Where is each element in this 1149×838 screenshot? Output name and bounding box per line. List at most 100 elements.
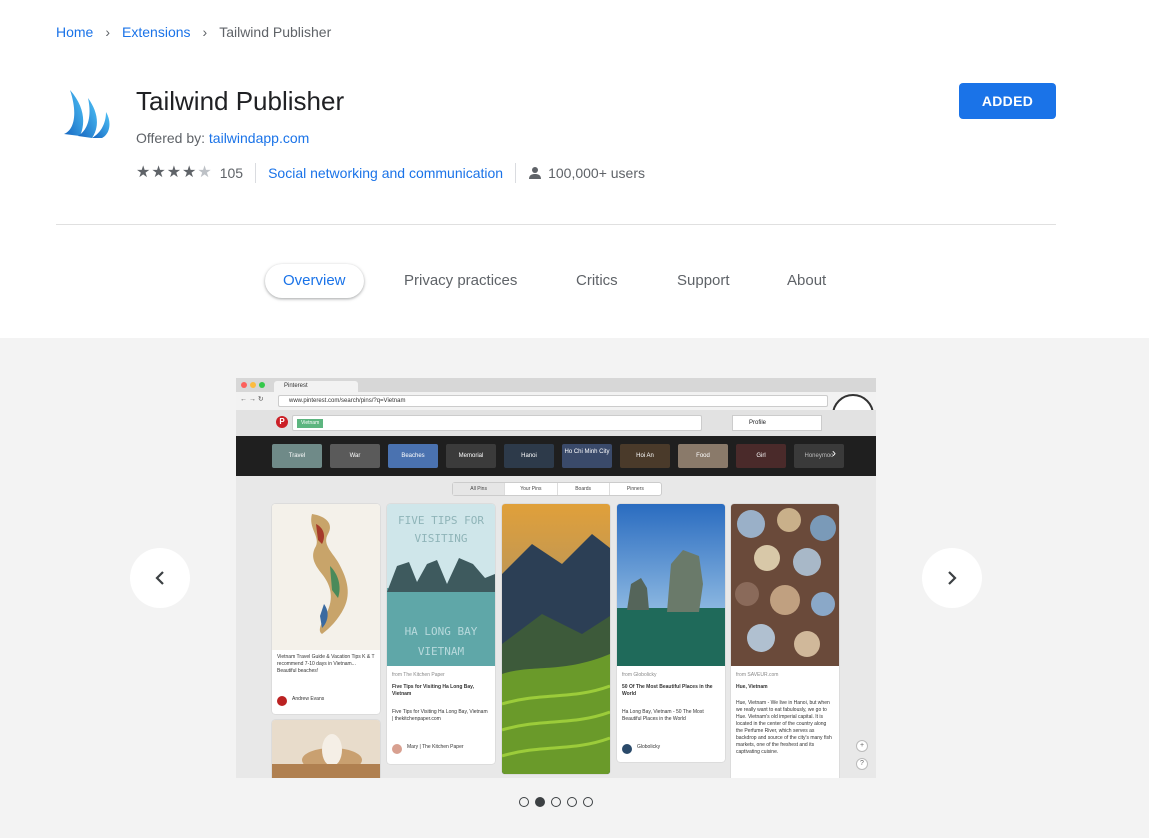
category-chip: Beaches [388, 444, 438, 468]
pin-card: Vietnam Travel Guide & Vacation Tips K &… [272, 504, 380, 714]
developer-link[interactable]: tailwindapp.com [209, 130, 309, 146]
offered-by: Offered by: tailwindapp.com [136, 130, 309, 146]
extension-title: Tailwind Publisher [136, 86, 345, 116]
pin-caption: Five Tips for Visiting Ha Long Bay, Viet… [392, 709, 488, 722]
minimize-dot-icon [250, 382, 256, 388]
rating-count[interactable]: 105 [220, 165, 243, 181]
star-full-icon: ★ [136, 164, 151, 181]
detail-tabs: Overview Privacy practices Critics Suppo… [0, 264, 1149, 300]
help-icon: ? [856, 758, 868, 770]
slide-dot[interactable] [583, 797, 593, 807]
tab-support[interactable]: Support [659, 264, 748, 298]
nav-arrows-icon: ← → ↻ [240, 396, 264, 403]
slide-indicator [519, 797, 593, 807]
avatar [277, 696, 287, 706]
category-chip: Travel [272, 444, 322, 468]
slide-dot[interactable] [519, 797, 529, 807]
pinterest-category-bar: Travel War Beaches Memorial Hanoi Ho Chi… [236, 436, 876, 476]
rice-terraces-image [502, 504, 610, 774]
category-chip: Honeymoo [794, 444, 844, 468]
category-chip: Girl [736, 444, 786, 468]
pin-card: from SAVEUR.com Hue, Vietnam Hue, Vietna… [731, 504, 839, 778]
category-chip: Hanoi [504, 444, 554, 468]
category-chip: Ho Chi Minh City [562, 444, 612, 468]
mini-browser-tab: Pinterest [274, 381, 358, 392]
mini-browser-tabbar: Pinterest [236, 378, 876, 392]
breadcrumb-current: Tailwind Publisher [219, 24, 332, 40]
pin-title: 50 Of The Most Beautiful Places in the W… [622, 684, 713, 697]
close-dot-icon [241, 382, 247, 388]
pin-title: Five Tips for Visiting Ha Long Bay, Viet… [392, 684, 474, 697]
breadcrumb-home-link[interactable]: Home [56, 24, 93, 40]
tailwind-logo-icon [64, 90, 110, 138]
user-count: 100,000+ users [528, 165, 645, 181]
category-link[interactable]: Social networking and communication [268, 165, 503, 181]
food-image [272, 720, 380, 778]
pinterest-profile: Profile [732, 415, 822, 431]
filter-tab: All Pins [453, 483, 506, 495]
avatar [622, 744, 632, 754]
pinterest-filter-tabs: All Pins Your Pins Boards Pinners [452, 482, 662, 496]
pinterest-logo-icon: P [276, 416, 288, 428]
next-slide-button[interactable] [922, 548, 982, 608]
category-chip: Food [678, 444, 728, 468]
person-icon [529, 167, 542, 179]
added-button[interactable]: ADDED [959, 83, 1056, 119]
tab-privacy-practices[interactable]: Privacy practices [386, 264, 535, 298]
slide-dot[interactable] [551, 797, 561, 807]
pin-title: Hue, Vietnam [736, 684, 768, 690]
pin-overlay-title: FIVE TIPS FOR VISITING [397, 514, 485, 545]
tab-about[interactable]: About [769, 264, 844, 298]
pin-source: from Globolicky [622, 672, 657, 678]
pin-user: Globolicky [637, 744, 661, 750]
chevron-right-icon: › [105, 24, 111, 40]
filter-tab: Pinners [626, 486, 644, 492]
previous-slide-button[interactable] [130, 548, 190, 608]
pin-overlay-subtitle: HA LONG BAY VIETNAM [404, 625, 478, 658]
extension-meta: ★ ★ ★ ★ ★ 105 Social networking and comm… [136, 162, 645, 184]
star-full-icon: ★ [151, 164, 166, 181]
pin-source: from The Kitchen Paper [392, 672, 445, 678]
category-chip: Hoi An [620, 444, 670, 468]
pin-source: from SAVEUR.com [736, 672, 779, 678]
pin-card: from Globolicky 50 Of The Most Beautiful… [617, 504, 725, 762]
market-bowls-image [731, 504, 839, 666]
screenshot-gallery: Pinterest ← → ↻ www.pinterest.com/search… [0, 338, 1149, 838]
mini-browser-url: www.pinterest.com/search/pins/?q=Vietnam [278, 395, 828, 407]
vietnam-map-image [272, 504, 380, 650]
avatar [392, 744, 402, 754]
plus-icon: + [856, 740, 868, 752]
header-divider [56, 224, 1056, 225]
slide-dot-active[interactable] [535, 797, 545, 807]
pinterest-toolbar: P Vietnam Profile [236, 410, 876, 436]
category-chip: Memorial [446, 444, 496, 468]
rating-stars[interactable]: ★ ★ ★ ★ ★ [136, 165, 212, 181]
karst-islands-image [617, 504, 725, 666]
chevron-left-icon [155, 571, 164, 585]
slide-dot[interactable] [567, 797, 577, 807]
filter-tab: Boards [558, 483, 610, 495]
star-full-icon: ★ [182, 164, 197, 181]
divider [255, 163, 257, 183]
pinterest-search: Vietnam [292, 415, 702, 431]
pin-caption: Hue, Vietnam - We live in Hanoi, but whe… [736, 700, 832, 755]
pin-caption: Vietnam Travel Guide & Vacation Tips K &… [277, 654, 375, 674]
pin-caption: Ha Long Bay, Vietnam - 50 The Most Beaut… [622, 709, 704, 722]
star-full-icon: ★ [166, 164, 182, 181]
breadcrumb-extensions-link[interactable]: Extensions [122, 24, 190, 40]
breadcrumb: Home › Extensions › Tailwind Publisher [56, 24, 331, 40]
maximize-dot-icon [259, 382, 265, 388]
chevron-right-icon [948, 571, 957, 585]
filter-tab: Your Pins [505, 483, 558, 495]
screenshot-image: Pinterest ← → ↻ www.pinterest.com/search… [236, 378, 876, 778]
tab-overview[interactable]: Overview [265, 264, 364, 298]
pin-card: FIVE TIPS FOR VISITING HA LONG BAY VIETN… [387, 504, 495, 764]
mini-browser-urlbar: ← → ↻ www.pinterest.com/search/pins/?q=V… [236, 392, 876, 436]
chevron-right-icon: › [202, 24, 208, 40]
offered-by-label: Offered by: [136, 130, 206, 146]
user-count-text: 100,000+ users [548, 165, 645, 181]
tab-critics[interactable]: Critics [558, 264, 636, 298]
pin-card [502, 504, 610, 774]
pin-user: Mary | The Kitchen Paper [407, 744, 464, 750]
chevron-right-icon: › [832, 446, 836, 460]
